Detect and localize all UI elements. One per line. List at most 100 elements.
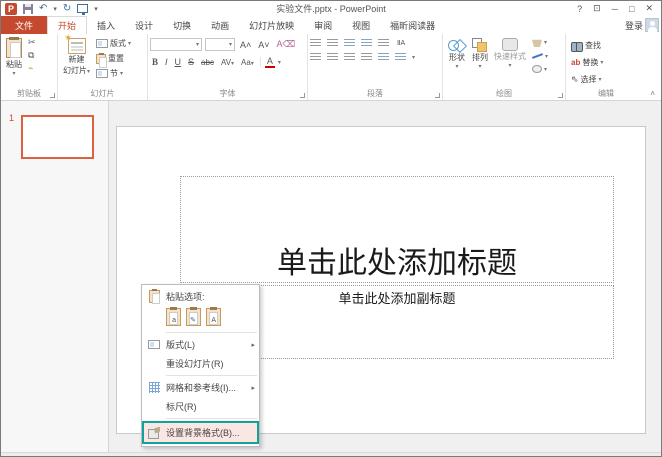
ribbon-display-options-button[interactable]: ⊡ [593,3,601,14]
clear-formatting-icon[interactable]: A⌫ [275,39,298,50]
font-group-label: 字体 [148,88,307,99]
title-placeholder[interactable]: 单击此处添加标题 [180,176,614,283]
group-font: ▾ ▾ A˄ A˅ A⌫ B I U S abc AV▾ Aa▾ A▾ 字体 [148,34,308,100]
paragraph-group-label: 段落 [308,88,442,99]
customize-qat-icon[interactable]: ▾ [94,5,98,13]
tab-slideshow[interactable]: 幻灯片放映 [239,16,304,34]
tab-design[interactable]: 设计 [125,16,163,34]
menu-item-ruler[interactable]: 标尺(R) [142,397,259,416]
strikethrough-button[interactable]: S [186,57,196,67]
tab-file[interactable]: 文件 [1,16,47,34]
start-slideshow-icon[interactable] [77,4,88,13]
window-title: 实验文件.pptx - PowerPoint [1,2,661,15]
bullets-icon[interactable] [310,39,321,47]
reset-button[interactable]: 重置 [94,52,133,65]
tab-home[interactable]: 开始 [47,16,87,34]
text-direction-button[interactable]: ⅡA [395,39,407,47]
format-painter-icon[interactable]: ⌁ [26,63,38,74]
line-spacing-icon[interactable] [378,39,389,47]
font-name-combobox[interactable]: ▾ [150,38,202,51]
close-button[interactable]: ✕ [645,3,653,14]
replace-button[interactable]: ab替换▾ [569,56,605,69]
paragraph-dialog-launcher[interactable] [435,93,440,98]
font-color-button[interactable]: A [265,56,275,68]
quick-access-toolbar: P ↶▾ ↻ ▾ [1,3,98,15]
clipboard-dialog-launcher[interactable] [50,93,55,98]
paste-keep-text-only-button[interactable]: A [206,308,221,326]
slide-number: 1 [9,113,14,123]
new-slide-icon [68,38,86,54]
tab-transitions[interactable]: 切换 [163,16,201,34]
shape-effects-icon [532,65,542,73]
cut-icon[interactable]: ✂ [26,37,38,48]
shape-effects-button[interactable]: ▾ [530,64,550,74]
italic-button[interactable]: I [163,57,170,67]
paste-options-icon [149,290,160,303]
new-slide-button[interactable]: 新建 幻灯片▾ [60,36,93,88]
shape-outline-button[interactable]: ▾ [530,51,550,61]
minimize-button[interactable]: ─ [612,4,618,14]
reset-icon [96,54,106,64]
character-spacing-button[interactable]: AV▾ [219,58,236,67]
increase-font-icon[interactable]: A˄ [238,40,253,50]
paste-button[interactable]: 粘贴▾ [3,36,25,88]
arrange-button[interactable]: 排列▾ [469,36,491,88]
sign-in-link[interactable]: 登录 [625,16,643,34]
menu-item-format-background[interactable]: 设置背景格式(B)... [142,421,259,444]
undo-dropdown-icon[interactable]: ▾ [53,5,57,13]
align-center-icon[interactable] [327,53,338,61]
menu-item-layout[interactable]: 版式(L) ▸ [142,335,259,354]
editing-group-label: 编辑 [566,88,646,99]
find-button[interactable]: 查找 [569,39,605,52]
shape-fill-button[interactable]: ▾ [530,37,550,48]
paste-options-row: a ✎ A [142,306,259,330]
decrease-font-icon[interactable]: A˅ [256,40,271,50]
maximize-button[interactable]: □ [629,4,634,14]
subscript-abc-button[interactable]: abc [199,58,216,67]
select-button[interactable]: ⇖选择▾ [569,73,605,86]
tab-animations[interactable]: 动画 [201,16,239,34]
title-bar: P ↶▾ ↻ ▾ 实验文件.pptx - PowerPoint ? ⊡ ─ □ … [1,1,661,16]
smartart-convert-icon[interactable] [395,53,406,61]
tab-view[interactable]: 视图 [342,16,380,34]
tab-review[interactable]: 审阅 [304,16,342,34]
shapes-icon [448,38,466,52]
font-size-combobox[interactable]: ▾ [205,38,235,51]
paste-icon [6,38,22,58]
menu-item-reset-slide[interactable]: 重设幻灯片(R) [142,354,259,373]
align-right-icon[interactable] [344,53,355,61]
change-case-button[interactable]: Aa▾ [239,58,256,67]
user-avatar[interactable] [645,18,659,32]
copy-icon[interactable]: ⧉ [26,50,38,61]
increase-indent-icon[interactable] [361,39,372,47]
decrease-indent-icon[interactable] [344,39,355,47]
collapse-ribbon-icon[interactable]: ˄ [650,89,655,98]
paste-use-destination-theme-button[interactable]: a [166,308,181,326]
paste-keep-source-formatting-button[interactable]: ✎ [186,308,201,326]
layout-button[interactable]: 版式▾ [94,37,133,50]
underline-button[interactable]: U [173,57,184,67]
shapes-button[interactable]: 形状▾ [445,36,469,88]
slide-thumbnail[interactable] [21,115,94,159]
save-icon[interactable] [23,4,33,14]
quick-styles-button[interactable]: 快速样式▾ [491,36,529,88]
tab-foxit-reader[interactable]: 福昕阅读器 [380,16,445,34]
justify-icon[interactable] [361,53,372,61]
section-button[interactable]: 节▾ [94,67,133,80]
drawing-group-label: 绘图 [443,88,565,99]
help-button[interactable]: ? [577,4,582,14]
drawing-dialog-launcher[interactable] [558,93,563,98]
powerpoint-window: { "window": { "title": "实验文件.pptx - Powe… [0,0,662,457]
redo-icon[interactable]: ↻ [63,4,71,14]
columns-icon[interactable] [378,53,389,61]
tab-insert[interactable]: 插入 [87,16,125,34]
select-icon: ⇖ [571,74,579,85]
bold-button[interactable]: B [150,57,160,67]
undo-icon[interactable]: ↶ [39,4,47,14]
subtitle-placeholder-text: 单击此处添加副标题 [338,291,455,306]
arrange-icon [472,38,488,52]
font-dialog-launcher[interactable] [300,93,305,98]
align-left-icon[interactable] [310,53,321,61]
numbering-icon[interactable] [327,39,338,47]
menu-item-grid-and-guides[interactable]: 网格和参考线(I)... ▸ [142,378,259,397]
